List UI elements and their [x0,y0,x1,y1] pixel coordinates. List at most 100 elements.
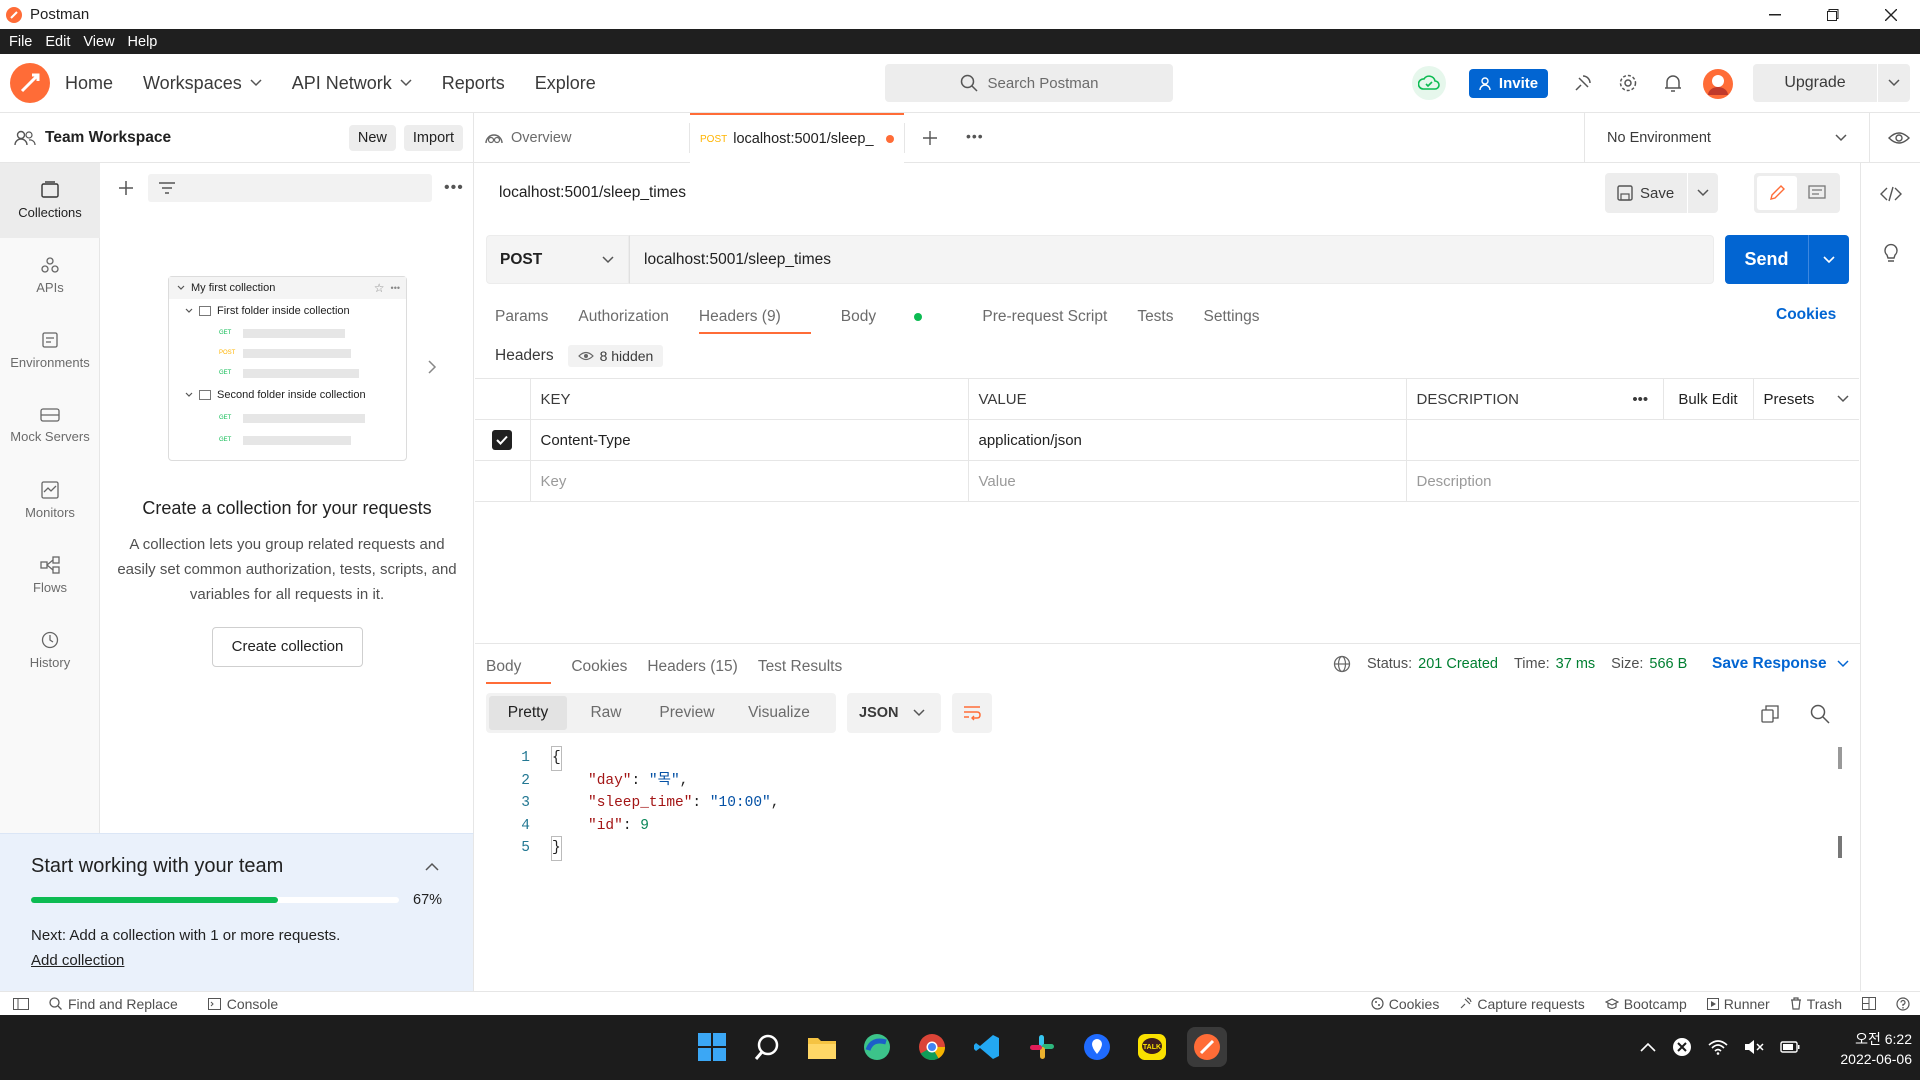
resp-tab-test-results[interactable]: Test Results [758,658,842,676]
workspace-name[interactable]: Team Workspace [45,129,171,147]
help-icon[interactable] [1896,996,1910,1011]
hidden-headers-toggle[interactable]: 8 hidden [567,345,664,367]
taskbar-search-icon[interactable] [747,1027,787,1067]
eye-icon[interactable] [1888,131,1910,145]
view-raw[interactable]: Raw [567,704,645,722]
tab-tests[interactable]: Tests [1137,308,1173,326]
more-options-icon[interactable]: ••• [444,179,464,197]
header-description[interactable] [1405,419,1859,461]
trash-button[interactable]: Trash [1790,996,1842,1012]
clock[interactable]: 오전 6:22 2022-06-06 [1812,1029,1912,1069]
chevron-up-icon[interactable] [1640,1042,1656,1052]
search-icon[interactable] [1810,704,1830,724]
resp-tab-headers[interactable]: Headers (15) [647,658,737,676]
satellite-icon[interactable] [1570,70,1596,96]
request-title[interactable]: localhost:5001/sleep_times [499,184,686,202]
key-placeholder[interactable]: Key [529,460,969,502]
status-value[interactable]: 201 Created [1418,656,1498,672]
tab-headers[interactable]: Headers (9) [698,308,811,334]
bootcamp-button[interactable]: Bootcamp [1604,996,1687,1012]
chevron-up-icon[interactable] [425,862,439,871]
environment-select[interactable]: No Environment [1607,121,1847,155]
add-icon[interactable] [116,178,136,198]
menu-edit[interactable]: Edit [45,34,70,50]
new-button[interactable]: New [348,124,396,151]
tab-options-icon[interactable]: ••• [966,128,984,144]
tab-params[interactable]: Params [495,308,548,326]
header-value[interactable]: application/json [967,419,1407,461]
size-value[interactable]: 566 B [1649,656,1687,672]
sidebar-toggle-icon[interactable] [13,997,29,1010]
sidebar-item-collections[interactable]: Collections [0,163,100,238]
edge-app-icon[interactable] [857,1027,897,1067]
find-replace-button[interactable]: Find and Replace [49,996,178,1012]
menu-file[interactable]: File [9,34,32,50]
minimize-icon[interactable] [1746,0,1804,29]
save-button[interactable]: Save [1605,173,1718,213]
sidebar-item-monitors[interactable]: Monitors [0,463,100,538]
time-value[interactable]: 37 ms [1556,656,1596,672]
tray-app-icon[interactable] [1672,1037,1692,1057]
nav-reports[interactable]: Reports [442,73,505,94]
description-placeholder[interactable]: Description [1405,460,1859,502]
footer-cookies-button[interactable]: Cookies [1371,996,1439,1012]
console-button[interactable]: Console [207,996,278,1012]
runner-button[interactable]: Runner [1706,996,1770,1012]
chrome-icon[interactable] [912,1027,952,1067]
sync-cloud-icon[interactable] [1412,66,1446,100]
windows-start-icon[interactable] [692,1027,732,1067]
format-select[interactable]: JSON [847,693,941,733]
layout-icon[interactable] [1862,997,1876,1010]
comments-icon[interactable] [1797,176,1837,210]
method-select[interactable]: POST [486,235,629,284]
value-placeholder[interactable]: Value [967,460,1407,502]
add-collection-link[interactable]: Add collection [31,952,124,969]
menu-view[interactable]: View [83,34,114,50]
nav-explore[interactable]: Explore [535,73,596,94]
presets-dropdown[interactable]: Presets [1752,378,1859,420]
kakaotalk-icon[interactable]: TALK [1132,1027,1172,1067]
view-preview[interactable]: Preview [645,704,729,722]
url-input[interactable]: localhost:5001/sleep_times [629,235,1714,284]
capture-requests-button[interactable]: Capture requests [1459,996,1585,1012]
tab-overview[interactable]: Overview [484,113,571,163]
edit-pencil-icon[interactable] [1757,176,1797,210]
menu-help[interactable]: Help [128,34,158,50]
user-avatar-icon[interactable] [1702,68,1734,100]
search-box[interactable]: Search Postman [885,64,1173,102]
sidebar-item-flows[interactable]: Flows [0,538,100,613]
row-checkbox[interactable] [492,430,513,450]
lightbulb-icon[interactable] [1882,241,1900,263]
tab-settings[interactable]: Settings [1204,308,1260,326]
slack-icon[interactable] [1022,1027,1062,1067]
restore-icon[interactable] [1804,0,1862,29]
volume-muted-icon[interactable] [1744,1039,1764,1055]
chevron-right-icon[interactable] [427,359,437,375]
postman-taskbar-icon[interactable] [1187,1027,1227,1067]
tab-authorization[interactable]: Authorization [578,308,668,326]
filter-input[interactable] [148,174,432,202]
tab-active-request[interactable]: POST localhost:5001/sleep_ [690,113,904,163]
scrollbar[interactable] [1838,747,1842,769]
nav-home[interactable]: Home [65,73,113,94]
wrap-lines-icon[interactable] [952,693,992,733]
resp-tab-cookies[interactable]: Cookies [571,658,627,676]
settings-gear-icon[interactable] [1615,70,1641,96]
view-visualize[interactable]: Visualize [729,704,829,722]
vscode-icon[interactable] [967,1027,1007,1067]
maps-app-icon[interactable] [1077,1027,1117,1067]
save-response-dropdown[interactable]: Save Response [1712,655,1849,673]
battery-icon[interactable] [1780,1040,1800,1054]
tab-pre-request-script[interactable]: Pre-request Script [982,308,1107,326]
create-collection-button[interactable]: Create collection [212,627,363,667]
bulk-edit-button[interactable]: Bulk Edit [1662,378,1754,420]
header-key[interactable]: Content-Type [529,419,969,461]
file-explorer-icon[interactable] [802,1027,842,1067]
tab-body[interactable]: Body [841,308,953,326]
invite-button[interactable]: Invite [1469,69,1548,98]
nav-api-network[interactable]: API Network [292,73,412,94]
resp-tab-body[interactable]: Body [486,658,552,684]
cookies-link[interactable]: Cookies [1776,306,1836,324]
response-body[interactable]: 1{ 2 "day": "목", 3 "sleep_time": "10:00", … [486,746,1836,983]
close-icon[interactable] [1862,0,1920,29]
